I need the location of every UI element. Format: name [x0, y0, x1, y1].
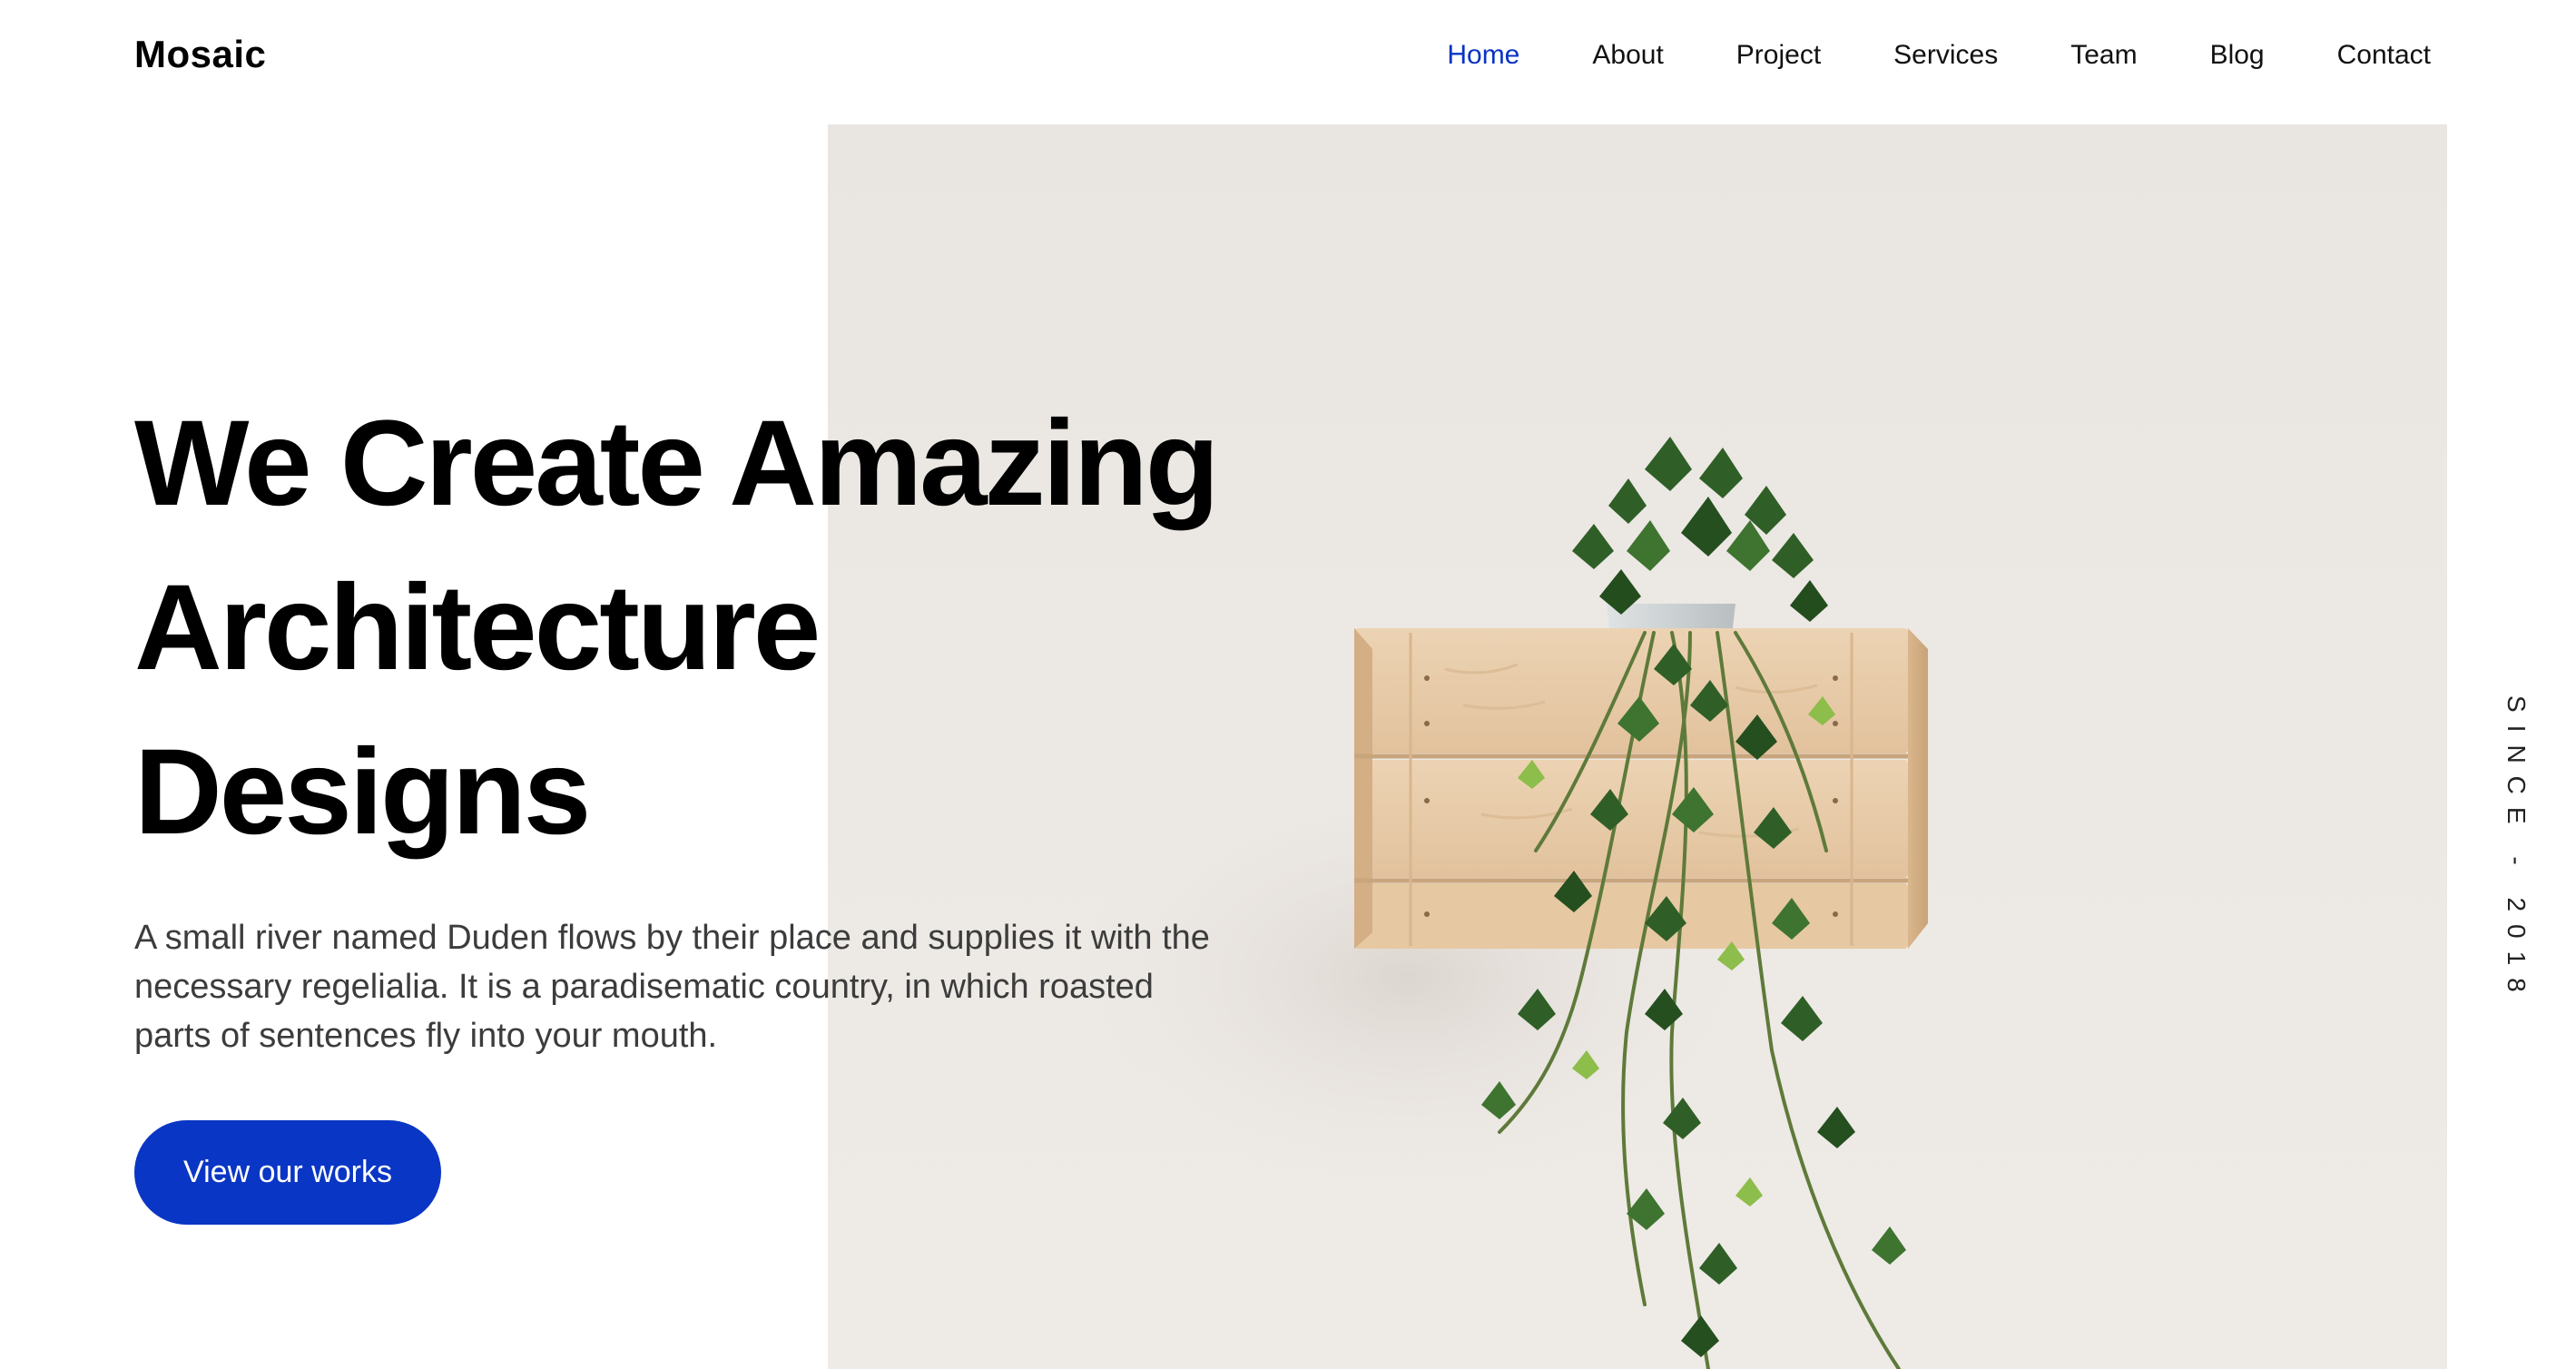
- brand-logo[interactable]: Mosaic: [134, 33, 266, 76]
- hero-title-line: Designs: [134, 724, 591, 860]
- landing-page: Mosaic Home About Project Services Team …: [0, 0, 2576, 1369]
- since-label: SINCE - 2018: [2502, 695, 2531, 1005]
- nav-item-contact: Contact: [2337, 40, 2431, 71]
- nav-link-project[interactable]: Project: [1736, 40, 1821, 70]
- nav-item-home: Home: [1447, 40, 1519, 71]
- nav-item-team: Team: [2070, 40, 2137, 71]
- wooden-crate: [1354, 628, 1928, 949]
- hero-description-line: parts of sentences fly into your mouth.: [134, 1017, 718, 1055]
- hero-title-line: Architecture: [134, 560, 821, 695]
- nav-item-project: Project: [1736, 40, 1821, 71]
- hero-title-line: We Create Amazing: [134, 396, 1220, 531]
- nav-link-about[interactable]: About: [1592, 40, 1663, 70]
- hero-description-line: A small river named Duden flows by their…: [134, 919, 1210, 957]
- hero-title: We Create Amazing Architecture Designs: [134, 381, 1220, 874]
- nav-item-blog: Blog: [2210, 40, 2265, 71]
- nav-link-blog[interactable]: Blog: [2210, 40, 2265, 70]
- main-nav: Home About Project Services Team Blog Co…: [1447, 40, 2431, 71]
- nav-link-contact[interactable]: Contact: [2337, 40, 2431, 70]
- hero-description-line: necessary regelialia. It is a paradisema…: [134, 968, 1154, 1006]
- view-works-button[interactable]: View our works: [134, 1120, 441, 1225]
- nav-link-home[interactable]: Home: [1447, 40, 1519, 70]
- hero-description: A small river named Duden flows by their…: [134, 913, 1314, 1060]
- nav-item-about: About: [1592, 40, 1663, 71]
- nav-item-services: Services: [1893, 40, 1998, 71]
- nav-link-services[interactable]: Services: [1893, 40, 1998, 70]
- nav-link-team[interactable]: Team: [2070, 40, 2137, 70]
